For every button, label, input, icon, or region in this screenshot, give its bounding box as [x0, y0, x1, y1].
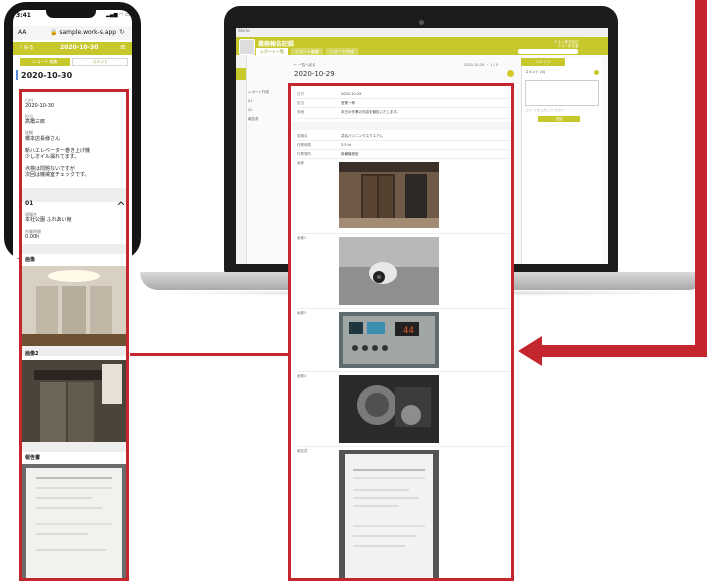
report-key: 作業場所: [297, 152, 311, 156]
phone-date-title: 2020-10-30: [21, 71, 73, 80]
report-value: 営業一郎: [341, 101, 355, 105]
report-row-staff: 担当 営業一郎: [297, 99, 509, 108]
record-tree: レポート作成 01 02 報告書: [248, 88, 269, 124]
time-value: 0.00h: [25, 234, 40, 240]
tab-list[interactable]: レポート一覧: [256, 48, 288, 56]
image1-label: 画像: [25, 257, 36, 263]
tab-comment[interactable]: コメント: [72, 58, 128, 66]
phone-clock: 3:41: [16, 12, 31, 19]
tree-item-02[interactable]: 02: [248, 106, 269, 115]
tab-edit[interactable]: レポート編集: [291, 48, 323, 56]
app-title: 業務報告記録: [258, 41, 295, 48]
phone-header-title: 2020-10-30: [60, 44, 99, 51]
url-text[interactable]: 🔒 sample.work-s.app: [50, 29, 116, 36]
control-panel-photo[interactable]: 44: [339, 312, 439, 368]
comment-count: コメント (0): [525, 70, 546, 74]
left-rail: [236, 55, 247, 264]
comment-send-button[interactable]: 送信: [538, 116, 580, 122]
elevator-door-close-photo[interactable]: [22, 360, 126, 442]
tree-item-report[interactable]: 報告書: [248, 115, 269, 124]
report-key: 担当: [297, 101, 304, 105]
report-value: 井谷パンニングスクエアム: [341, 134, 383, 138]
staff-value: 高橋三郎: [25, 119, 46, 125]
report-key: 現場名: [297, 134, 308, 138]
report-value: 設備機械室: [341, 152, 359, 156]
add-comment-icon[interactable]: [594, 70, 599, 75]
comment-tab[interactable]: コメント: [521, 58, 565, 66]
app-brand: Works: [238, 28, 251, 33]
section-title: 01: [25, 200, 34, 207]
report-key: 画像3: [297, 311, 307, 315]
phone-status-icons: ▂▄▆ ◠ ▭: [106, 12, 130, 18]
left-rail-toggle[interactable]: [236, 68, 246, 80]
arrow-stem-horizontal: [540, 345, 707, 357]
reload-icon[interactable]: ↻: [119, 28, 125, 36]
report-sheet-photo[interactable]: [339, 450, 439, 580]
svg-text:44: 44: [403, 326, 414, 336]
report-label-bar: [22, 442, 126, 452]
elevator-door-photo[interactable]: [339, 162, 439, 228]
app-tabs: レポート一覧 レポート編集 レポート作成: [256, 48, 361, 56]
record-pager[interactable]: 2020-10-29 ・ 1 / 5: [464, 63, 498, 68]
tree-item-root[interactable]: レポート作成: [248, 88, 269, 97]
menu-icon[interactable]: ≡: [120, 43, 126, 51]
memo-line: 次回は機械室チェックです。: [25, 172, 90, 178]
comment-input[interactable]: [525, 80, 599, 106]
image-label-bar: [22, 244, 126, 254]
camera-photo[interactable]: [339, 237, 439, 305]
arrow-left-icon: [518, 336, 542, 366]
report-row-site: 現場名 井谷パンニングスクエアム: [297, 132, 509, 141]
site-value: 本社公園 ふれあい館: [25, 217, 72, 223]
report-key: 日付: [297, 92, 304, 96]
report-key: 作業時間: [297, 143, 311, 147]
app-logo[interactable]: [239, 39, 255, 55]
report-key: 詳細: [297, 110, 304, 114]
status-badge: [507, 70, 514, 77]
section-header-01[interactable]: [22, 188, 126, 202]
report-value: 2020-10-29: [341, 92, 362, 96]
report-key: 報告書: [297, 449, 308, 453]
elevator-hall-photo[interactable]: [22, 266, 126, 346]
arrow-stem-vertical: [695, 0, 707, 356]
tab-create[interactable]: レポート作成: [326, 48, 358, 56]
phone-record-detail: 日付 2020-10-30 担当 高橋三郎 詳細 橋本店長様さん 新ハエレベータ…: [19, 89, 129, 581]
report-row-detail: 詳細 本日の作業の内容を報告いたします。: [297, 108, 509, 119]
tree-item-01[interactable]: 01: [248, 97, 269, 106]
back-button[interactable]: 〈 戻る: [17, 44, 34, 51]
tab-record-edit[interactable]: レコード 編集: [20, 58, 70, 66]
date-value: 2020-10-30: [25, 103, 55, 109]
report-label: 報告書: [25, 455, 41, 461]
report-date-title: 2020-10-29: [294, 70, 335, 78]
report-key: 画像2: [297, 236, 307, 240]
laptop-camera: [419, 20, 424, 25]
report-detail: 日付 2020-10-29 担当 営業一郎 詳細 本日の作業の内容を報告いたします。 …: [288, 83, 514, 581]
phone-connector-line: [130, 353, 290, 356]
memo-line: 少しオイル漏れてます。: [25, 154, 80, 160]
section-divider: [291, 122, 511, 130]
back-to-list-link[interactable]: ← 一覧へ戻る: [294, 63, 316, 68]
memo-line: 橋本店長様さん: [25, 136, 61, 142]
report-row-date: 日付 2020-10-29: [297, 90, 509, 99]
machinery-photo[interactable]: [339, 375, 439, 443]
comment-hint: コメントを入力してください: [525, 108, 564, 112]
report-key: 画像4: [297, 374, 307, 378]
date-accent-bar: [16, 70, 18, 80]
report-key: 画像: [297, 161, 304, 165]
report-row-place: 作業場所 設備機械室: [297, 150, 509, 159]
report-value: 本日の作業の内容を報告いたします。: [341, 110, 401, 114]
user-info[interactable]: テスト株式会社 テスト担当者: [554, 40, 579, 48]
report-row-hours: 作業時間 3.5 hr: [297, 141, 509, 150]
user-name: テスト担当者: [557, 44, 579, 48]
report-value: 3.5 hr: [341, 143, 352, 147]
reader-aa-button[interactable]: AA: [18, 29, 26, 36]
phone-notch: [46, 10, 96, 18]
report-sheet-thumb[interactable]: [22, 464, 126, 581]
image2-label: 画像2: [25, 351, 39, 357]
app-search-input[interactable]: [518, 49, 578, 54]
chevron-up-icon[interactable]: [118, 201, 124, 205]
